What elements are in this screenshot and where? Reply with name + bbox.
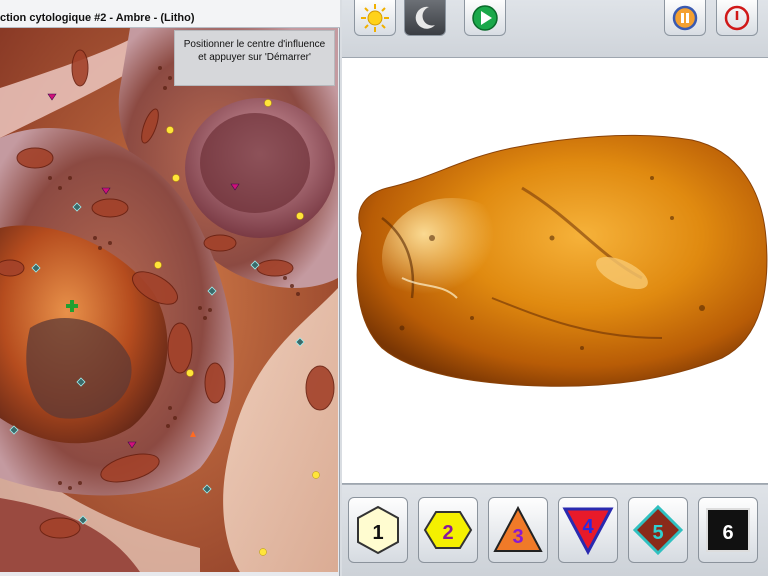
level-3-label: 3 [512,526,524,548]
cell-illustration[interactable] [0,28,338,572]
level-5-button[interactable]: 5 [628,497,688,563]
night-mode-button[interactable] [404,0,446,36]
power-icon [724,5,750,30]
sync-button[interactable] [664,0,706,36]
day-mode-button[interactable] [354,0,396,36]
right-panel: 1 2 3 4 5 6 [342,0,768,576]
sun-icon [361,3,389,32]
level-5-label: 5 [652,522,664,544]
level-4-button[interactable]: 4 [558,497,618,563]
level-2-button[interactable]: 2 [418,497,478,563]
level-1-label: 1 [372,522,384,544]
play-icon [472,4,498,31]
sync-icon [672,5,698,30]
start-button[interactable] [464,0,506,36]
level-1-button[interactable]: 1 [348,497,408,563]
amber-stone-image [356,134,768,387]
level-6-label: 6 [722,522,734,544]
title-bar: ction cytologique #2 - Ambre - (Litho) [0,0,340,28]
window-title: ction cytologique #2 - Ambre - (Litho) [0,12,195,24]
instruction-box: Positionner le centre d'influence et app… [174,30,335,86]
top-toolbar [342,0,768,58]
level-4-label: 4 [582,516,594,538]
left-panel: ction cytologique #2 - Ambre - (Litho) P… [0,0,340,576]
instruction-line-2: et appuyer sur 'Démarrer' [198,52,311,63]
level-6-button[interactable]: 6 [698,497,758,563]
bottom-toolbar: 1 2 3 4 5 6 [342,484,768,576]
instruction-line-1: Positionner le centre d'influence [183,39,326,50]
level-3-button[interactable]: 3 [488,497,548,563]
cell-illustration-view[interactable] [0,28,338,572]
power-button[interactable] [716,0,758,36]
level-2-label: 2 [442,522,454,544]
amber-image-area [342,58,768,484]
moon-icon [415,6,435,29]
